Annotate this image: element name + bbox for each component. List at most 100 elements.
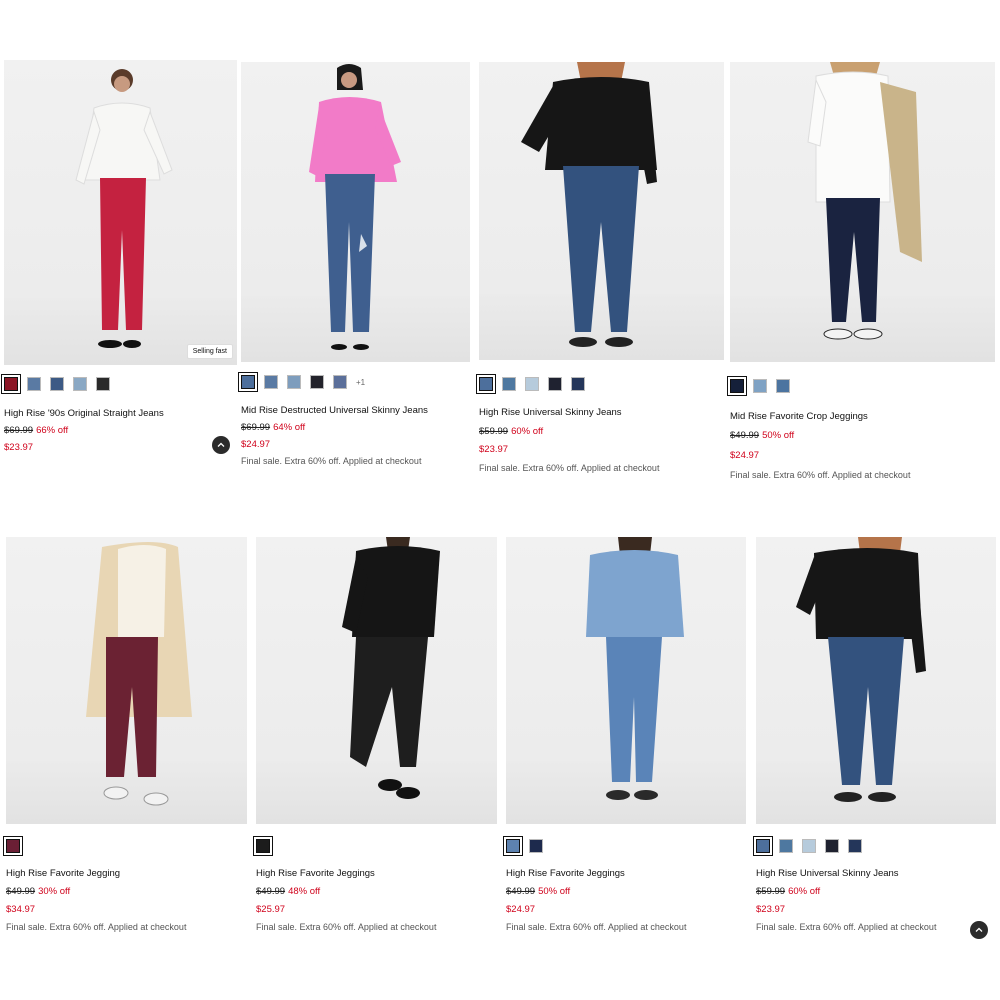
price-row: $69.99 66% off: [4, 425, 68, 436]
color-swatch[interactable]: [779, 839, 793, 853]
product-image[interactable]: [479, 62, 724, 360]
model-figure: [521, 62, 657, 347]
color-swatch[interactable]: [825, 839, 839, 853]
color-swatches: [503, 836, 543, 856]
promo-text: Final sale. Extra 60% off. Applied at ch…: [241, 456, 422, 466]
color-swatch[interactable]: [287, 375, 301, 389]
original-price: $59.99: [756, 886, 786, 897]
color-swatch[interactable]: [27, 377, 41, 391]
product-name[interactable]: Mid Rise Favorite Crop Jeggings: [730, 411, 868, 422]
sale-price: $24.97: [730, 450, 760, 461]
original-price: $49.99: [506, 886, 536, 897]
model-figure: [342, 537, 440, 799]
product-image[interactable]: [756, 537, 996, 824]
product-name[interactable]: High Rise Universal Skinny Jeans: [756, 868, 899, 879]
color-swatch[interactable]: [503, 836, 523, 856]
original-price: $49.99: [730, 430, 760, 441]
product-card[interactable]: High Rise Favorite Jegging $49.99 30% off…: [3, 537, 247, 937]
model-figure: [75, 69, 173, 348]
color-swatch[interactable]: [238, 372, 258, 392]
selling-fast-badge: Selling fast: [186, 344, 233, 359]
product-card[interactable]: Selling fast High Rise '90s Original Str…: [1, 60, 237, 480]
color-swatches: [3, 836, 23, 856]
product-card[interactable]: High Rise Universal Skinny Jeans $59.99 6…: [476, 62, 724, 482]
price-row: $49.99 30% off: [6, 886, 70, 897]
more-swatches-count[interactable]: +1: [356, 378, 365, 387]
product-name[interactable]: High Rise Favorite Jegging: [6, 868, 120, 879]
discount-label: 50% off: [538, 886, 571, 897]
color-swatch[interactable]: [502, 377, 516, 391]
discount-label: 66% off: [36, 425, 69, 436]
product-name[interactable]: High Rise Favorite Jeggings: [506, 868, 625, 879]
scroll-up-button[interactable]: [970, 921, 988, 939]
product-card[interactable]: Mid Rise Favorite Crop Jeggings $49.99 50…: [727, 62, 995, 492]
color-swatch[interactable]: [776, 379, 790, 393]
discount-label: 50% off: [762, 430, 795, 441]
color-swatch[interactable]: [333, 375, 347, 389]
sale-price: $23.97: [756, 904, 786, 915]
model-figure: [807, 62, 922, 340]
product-card[interactable]: High Rise Favorite Jeggings $49.99 50% of…: [503, 537, 746, 937]
color-swatch[interactable]: [848, 839, 862, 853]
color-swatch[interactable]: [253, 836, 273, 856]
color-swatches: [753, 836, 862, 856]
sale-price: $25.97: [256, 904, 286, 915]
color-swatch[interactable]: [476, 374, 496, 394]
price-row: $69.99 64% off: [241, 422, 305, 433]
product-card[interactable]: High Rise Universal Skinny Jeans $59.99 6…: [753, 537, 996, 939]
color-swatch[interactable]: [96, 377, 110, 391]
sale-price: $23.97: [4, 442, 34, 453]
product-name[interactable]: High Rise '90s Original Straight Jeans: [4, 408, 164, 419]
product-image[interactable]: Selling fast: [4, 60, 237, 365]
model-figure: [586, 537, 684, 800]
color-swatch[interactable]: [548, 377, 562, 391]
promo-text: Final sale. Extra 60% off. Applied at ch…: [730, 470, 911, 480]
promo-text: Final sale. Extra 60% off. Applied at ch…: [256, 922, 437, 932]
color-swatch[interactable]: [727, 376, 747, 396]
promo-text: Final sale. Extra 60% off. Applied at ch…: [506, 922, 687, 932]
color-swatch[interactable]: [50, 377, 64, 391]
promo-text: Final sale. Extra 60% off. Applied at ch…: [756, 922, 937, 932]
product-image[interactable]: [241, 62, 470, 362]
product-name[interactable]: High Rise Favorite Jeggings: [256, 868, 375, 879]
product-image[interactable]: [730, 62, 995, 362]
product-name[interactable]: High Rise Universal Skinny Jeans: [479, 407, 622, 418]
price-row: $59.99 60% off: [479, 426, 543, 437]
product-image[interactable]: [256, 537, 497, 824]
promo-text: Final sale. Extra 60% off. Applied at ch…: [479, 463, 660, 473]
color-swatch[interactable]: [264, 375, 278, 389]
price-row: $49.99 50% off: [730, 430, 794, 441]
original-price: $69.99: [241, 422, 271, 433]
product-card[interactable]: High Rise Favorite Jeggings $49.99 48% of…: [253, 537, 497, 937]
color-swatch[interactable]: [1, 374, 21, 394]
color-swatch[interactable]: [529, 839, 543, 853]
model-figure: [86, 542, 192, 806]
product-image[interactable]: [6, 537, 247, 824]
color-swatch[interactable]: [73, 377, 87, 391]
original-price: $69.99: [4, 425, 34, 436]
color-swatch[interactable]: [802, 839, 816, 853]
discount-label: 64% off: [273, 422, 306, 433]
discount-label: 30% off: [38, 886, 71, 897]
color-swatches: [476, 374, 585, 394]
color-swatches: [253, 836, 273, 856]
product-name[interactable]: Mid Rise Destructed Universal Skinny Jea…: [241, 405, 428, 416]
price-row: $49.99 48% off: [256, 886, 320, 897]
promo-text: Final sale. Extra 60% off. Applied at ch…: [6, 922, 187, 932]
price-row: $49.99 50% off: [506, 886, 570, 897]
color-swatch[interactable]: [525, 377, 539, 391]
color-swatch[interactable]: [310, 375, 324, 389]
product-image[interactable]: [506, 537, 746, 824]
original-price: $49.99: [6, 886, 36, 897]
product-card[interactable]: +1 Mid Rise Destructed Universal Skinny …: [238, 62, 470, 482]
color-swatch[interactable]: [753, 379, 767, 393]
sale-price: $23.97: [479, 444, 509, 455]
sale-price: $34.97: [6, 904, 36, 915]
color-swatch[interactable]: [753, 836, 773, 856]
sale-price: $24.97: [241, 439, 271, 450]
original-price: $59.99: [479, 426, 509, 437]
scroll-up-button[interactable]: [212, 436, 230, 454]
color-swatch[interactable]: [3, 836, 23, 856]
color-swatch[interactable]: [571, 377, 585, 391]
color-swatches: [1, 374, 110, 394]
